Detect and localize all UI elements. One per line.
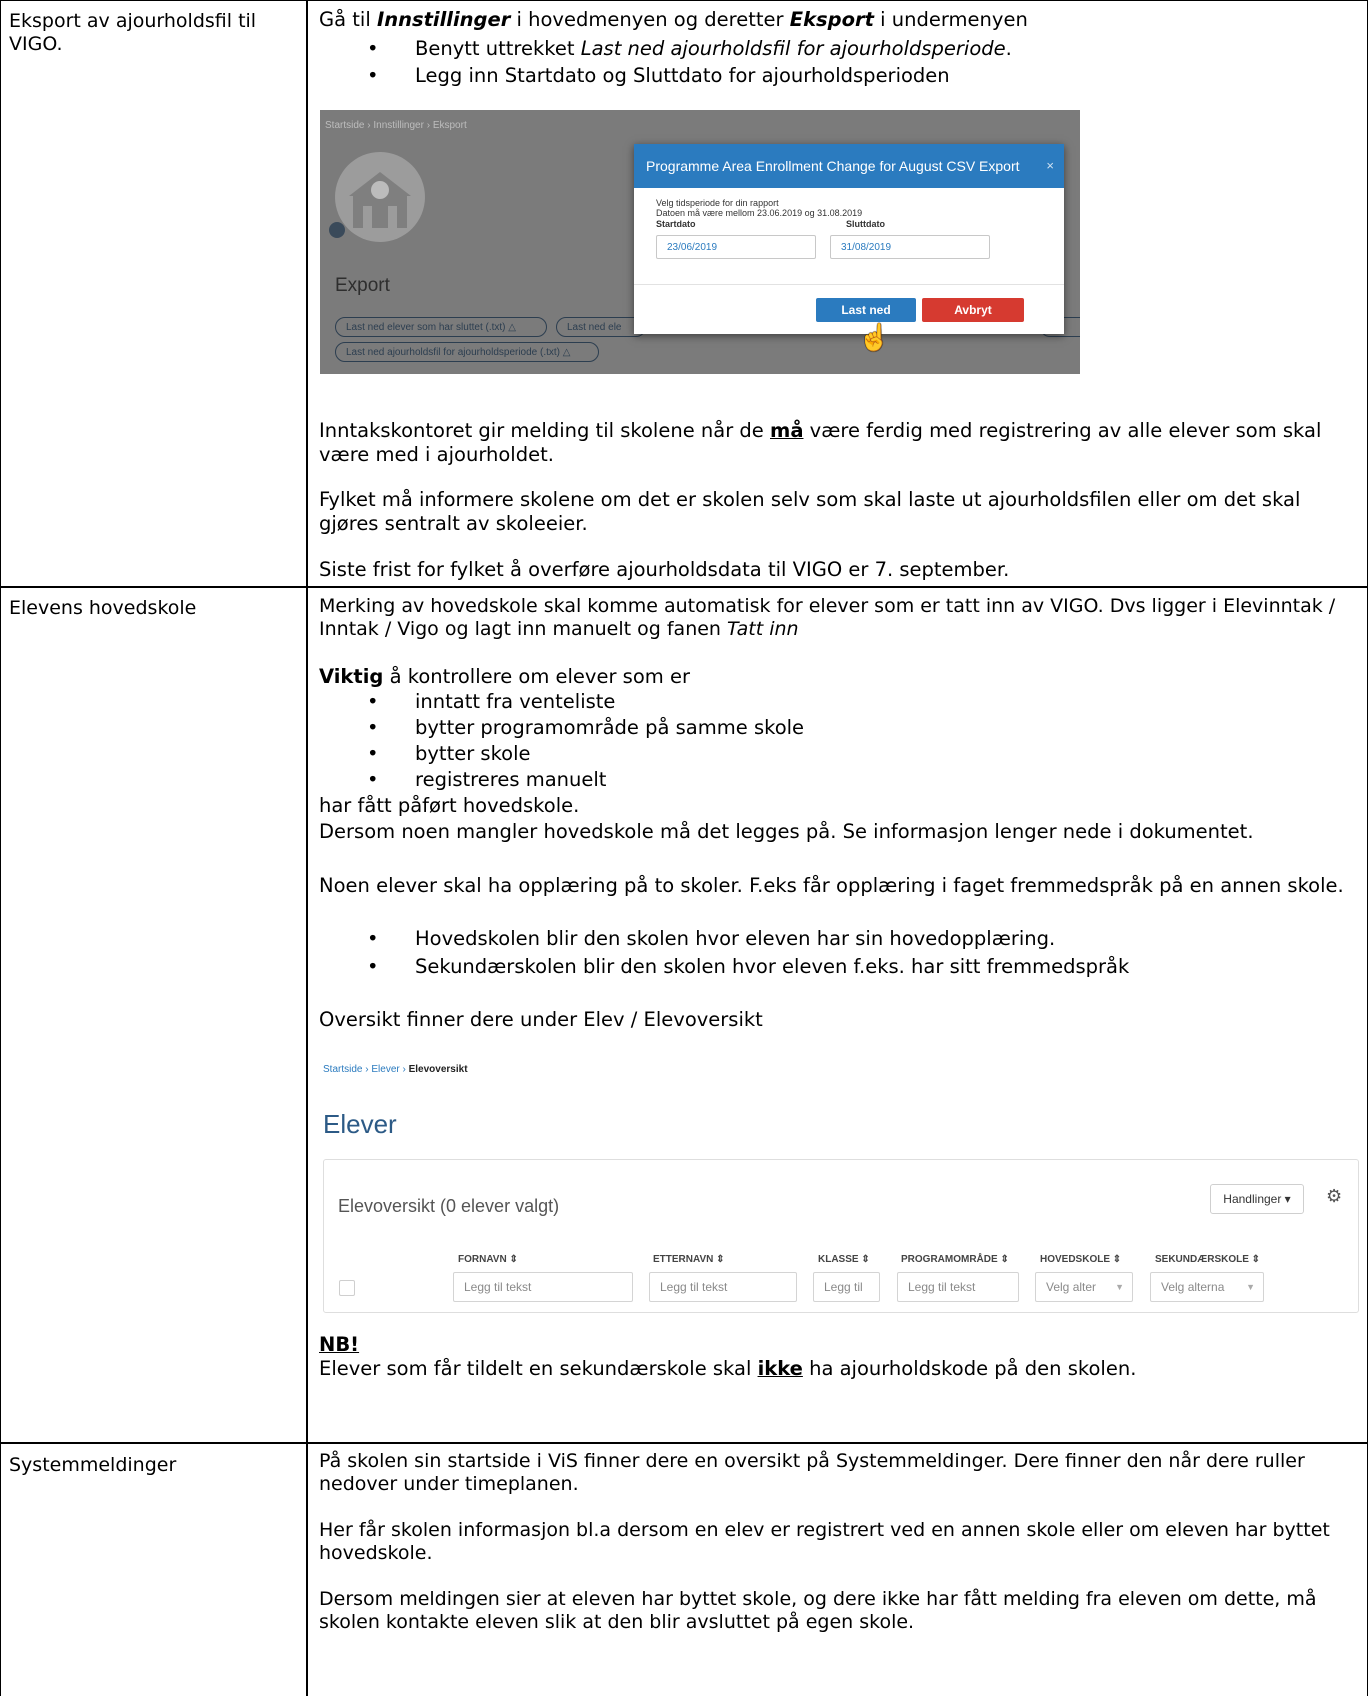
column-header-sekundarskole[interactable]: SEKUNDÆRSKOLE ⇕ (1155, 1254, 1260, 1265)
actions-dropdown[interactable]: Handlinger ▾ (1210, 1184, 1304, 1214)
page-title: Elever (323, 1109, 397, 1139)
chevron-down-icon: ▼ (1246, 1282, 1255, 1292)
nb-paragraph: Elever som får tildelt en sekundærskole … (319, 1357, 1137, 1380)
row-label-hovedskole: Elevens hovedskole (9, 597, 197, 619)
school-avatar (335, 152, 425, 242)
bullet-icon: • (367, 927, 379, 950)
filter-hovedskole-select[interactable]: Velg alter ▼ (1035, 1272, 1133, 1302)
bullet-icon: • (367, 955, 379, 978)
bullet-icon: • (367, 716, 379, 739)
info-paragraph: Fylket må informere skolene om det er sk… (319, 488, 1301, 535)
download-ajourhold-pill[interactable]: Last ned ajourholdsfil for ajourholdsper… (335, 342, 599, 362)
column-header-fornavn[interactable]: FORNAVN ⇕ (458, 1254, 518, 1265)
bullet-icon: • (367, 64, 379, 87)
table-border-top (0, 0, 1368, 1)
column-header-etternavn[interactable]: ETTERNAVN ⇕ (653, 1254, 725, 1265)
dialog-title: Programme Area Enrollment Change for Aug… (634, 144, 1064, 188)
panel-title: Elevoversikt (0 elever valgt) (338, 1196, 560, 1216)
profile-badge-icon (329, 222, 345, 238)
row-label-systemmeldinger: Systemmeldinger (9, 1454, 177, 1476)
download-quitters-pill[interactable]: Last ned elever som har sluttet (.txt) △ (335, 317, 547, 337)
elevoversikt-screenshot: Startside › Elever › Elevoversikt Elever… (320, 1061, 1360, 1315)
filter-etternavn-input[interactable]: Legg til tekst (649, 1272, 797, 1302)
info-paragraph: Dersom noen mangler hovedskole må det le… (319, 820, 1254, 843)
dialog-divider (634, 284, 1064, 285)
export-dialog-screenshot: Startside › Innstillinger › Eksport Expo… (320, 110, 1080, 374)
dialog-help-text: Datoen må være mellom 23.06.2019 og 31.0… (656, 208, 863, 218)
breadcrumb-home[interactable]: Startside (323, 1064, 362, 1075)
breadcrumb: Startside › Elever › Elevoversikt (323, 1064, 468, 1075)
chevron-right-icon: › (399, 1064, 409, 1075)
gear-icon[interactable]: ⚙ (1326, 1186, 1342, 1207)
hand-cursor-icon: ☝ (858, 322, 891, 352)
important-paragraph: Viktig å kontrollere om elever som er (319, 665, 690, 688)
bullet-icon: • (367, 768, 379, 791)
row-divider (0, 586, 1368, 588)
end-date-field[interactable]: 31/08/2019 (830, 235, 990, 259)
chevron-down-icon: ▼ (1115, 1282, 1124, 1292)
bullet-icon: • (367, 742, 379, 765)
info-paragraph: Her får skolen informasjon bl.a dersom e… (319, 1519, 1330, 1564)
column-header-programomrade[interactable]: PROGRAMOMRÅDE ⇕ (901, 1254, 1009, 1265)
filter-fornavn-input[interactable]: Legg til tekst (453, 1272, 633, 1302)
instruction-paragraph: Gå til Innstillinger i hovedmenyen og de… (319, 8, 1028, 31)
close-icon[interactable]: × (1046, 144, 1054, 188)
select-all-checkbox[interactable] (339, 1280, 355, 1296)
bullet-icon: • (367, 690, 379, 713)
end-date-label: Sluttdato (846, 219, 885, 229)
info-paragraph: Noen elever skal ha opplæring på to skol… (319, 874, 1344, 897)
info-paragraph: Oversikt finner dere under Elev / Elevov… (319, 1008, 763, 1031)
cancel-button[interactable]: Avbryt (922, 298, 1024, 322)
bullet-icon: • (367, 37, 379, 60)
start-date-label: Startdato (656, 219, 696, 229)
info-paragraph: På skolen sin startside i ViS finner der… (319, 1450, 1305, 1495)
info-paragraph: Inntakskontoret gir melding til skolene … (319, 419, 1322, 466)
nb-heading: NB! (319, 1333, 360, 1356)
filter-programomrade-input[interactable]: Legg til tekst (897, 1272, 1019, 1302)
breadcrumb-current: Elevoversikt (408, 1064, 468, 1075)
start-date-field[interactable]: 23/06/2019 (656, 235, 816, 259)
school-icon (349, 172, 411, 228)
breadcrumb-elever[interactable]: Elever (371, 1064, 399, 1075)
download-button[interactable]: Last ned (816, 298, 916, 322)
info-paragraph: Dersom meldingen sier at eleven har bytt… (319, 1588, 1317, 1633)
row-divider (0, 1442, 1368, 1444)
info-paragraph: Merking av hovedskole skal komme automat… (319, 595, 1336, 640)
filter-klasse-input[interactable]: Legg til (813, 1272, 880, 1302)
column-header-hovedskole[interactable]: HOVEDSKOLE ⇕ (1040, 1254, 1121, 1265)
student-panel: Elevoversikt (0 elever valgt) Handlinger… (323, 1159, 1359, 1313)
filter-sekundarskole-select[interactable]: Velg alterna ▼ (1150, 1272, 1264, 1302)
row-label-eksport: Eksport av ajourholdsfil til VIGO. (9, 10, 257, 55)
column-header-klasse[interactable]: KLASSE ⇕ (818, 1254, 870, 1265)
download-pill[interactable]: Last ned ele (556, 317, 646, 337)
export-heading: Export (335, 275, 390, 296)
deadline-paragraph: Siste frist for fylket å overføre ajourh… (319, 558, 1010, 581)
export-dialog: Programme Area Enrollment Change for Aug… (634, 144, 1064, 334)
info-paragraph: har fått påført hovedskole. (319, 794, 580, 817)
breadcrumb: Startside › Innstillinger › Eksport (325, 120, 467, 131)
document-table: Eksport av ajourholdsfil til VIGO. Gå ti… (0, 0, 1368, 1696)
